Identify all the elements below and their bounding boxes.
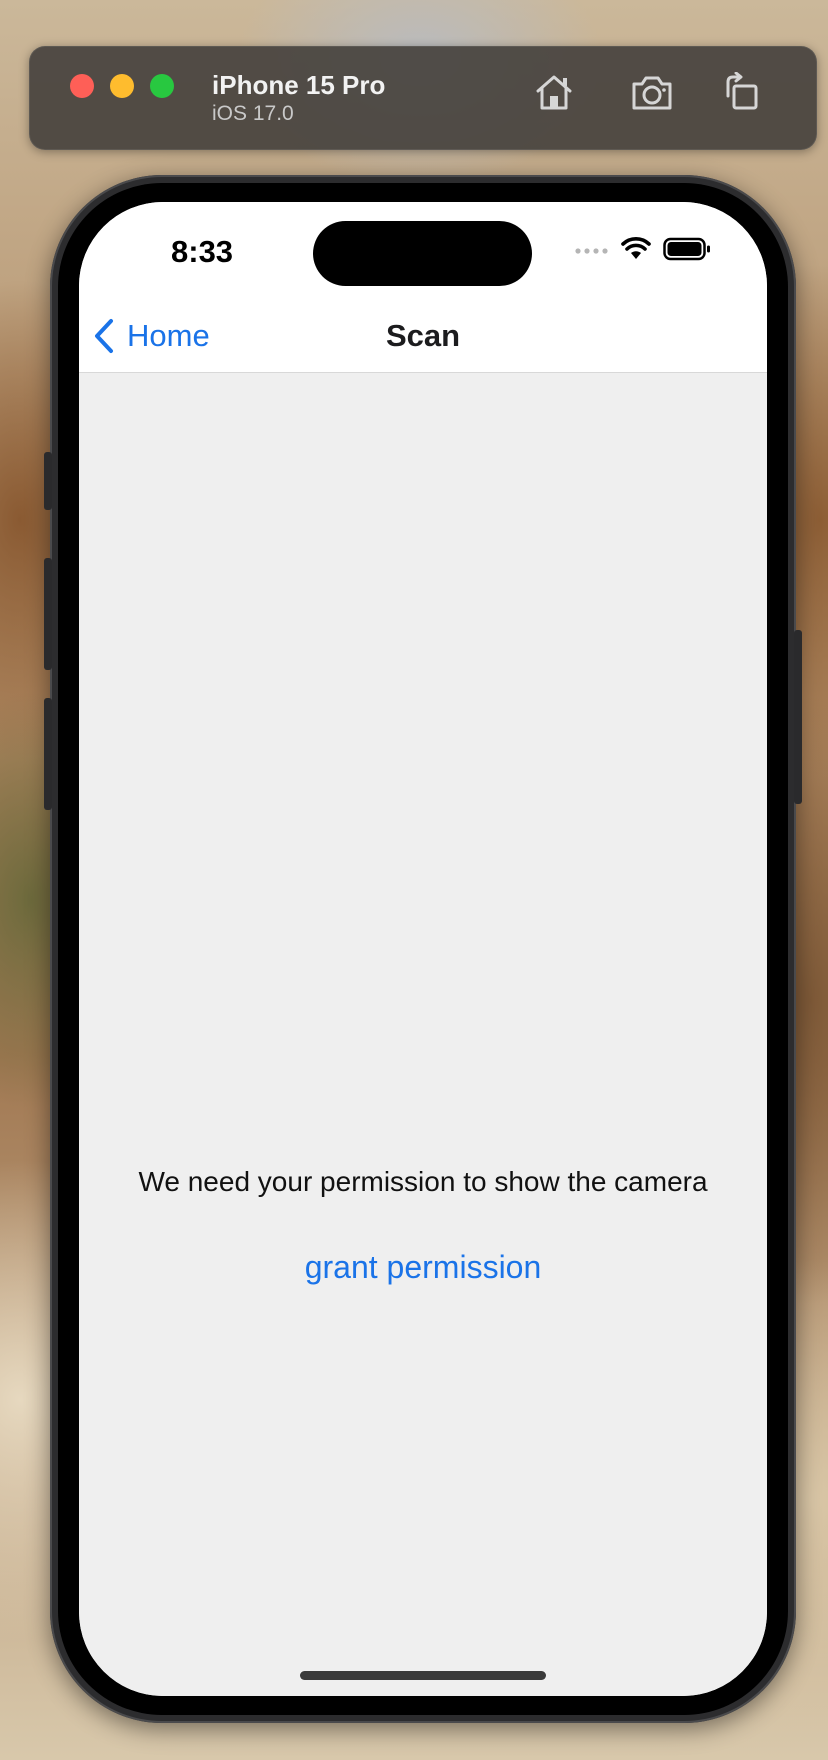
- power-button: [794, 630, 802, 804]
- status-icons: [575, 236, 711, 266]
- phone-screen: 8:33 Home Scan We need your permission t…: [79, 202, 767, 1696]
- simulator-title-bar: [29, 46, 817, 150]
- permission-message: We need your permission to show the came…: [138, 1166, 708, 1197]
- os-version: iOS 17.0: [212, 102, 294, 125]
- dynamic-island: [313, 221, 532, 286]
- minimize-window-button[interactable]: [110, 74, 134, 98]
- camera-permission-view: We need your permission to show the came…: [79, 373, 767, 1696]
- page-title: Scan: [385, 318, 461, 353]
- status-time: 8:33: [171, 234, 234, 269]
- rotate-icon[interactable]: [720, 71, 764, 112]
- home-indicator[interactable]: [300, 1671, 546, 1680]
- navigation-bar: Home Scan: [79, 302, 767, 373]
- volume-up-button: [44, 558, 52, 670]
- volume-down-button: [44, 698, 52, 810]
- cellular-icon: [575, 242, 609, 260]
- zoom-window-button[interactable]: [150, 74, 174, 98]
- screenshot-icon[interactable]: [630, 72, 674, 112]
- status-bar: 8:33: [79, 202, 767, 302]
- close-window-button[interactable]: [70, 74, 94, 98]
- grant-permission-button[interactable]: grant permission: [79, 1247, 767, 1287]
- battery-icon: [663, 237, 711, 266]
- device-name: iPhone 15 Pro: [212, 70, 386, 100]
- home-icon[interactable]: [532, 72, 576, 112]
- wifi-icon: [621, 236, 651, 266]
- action-button: [44, 452, 52, 510]
